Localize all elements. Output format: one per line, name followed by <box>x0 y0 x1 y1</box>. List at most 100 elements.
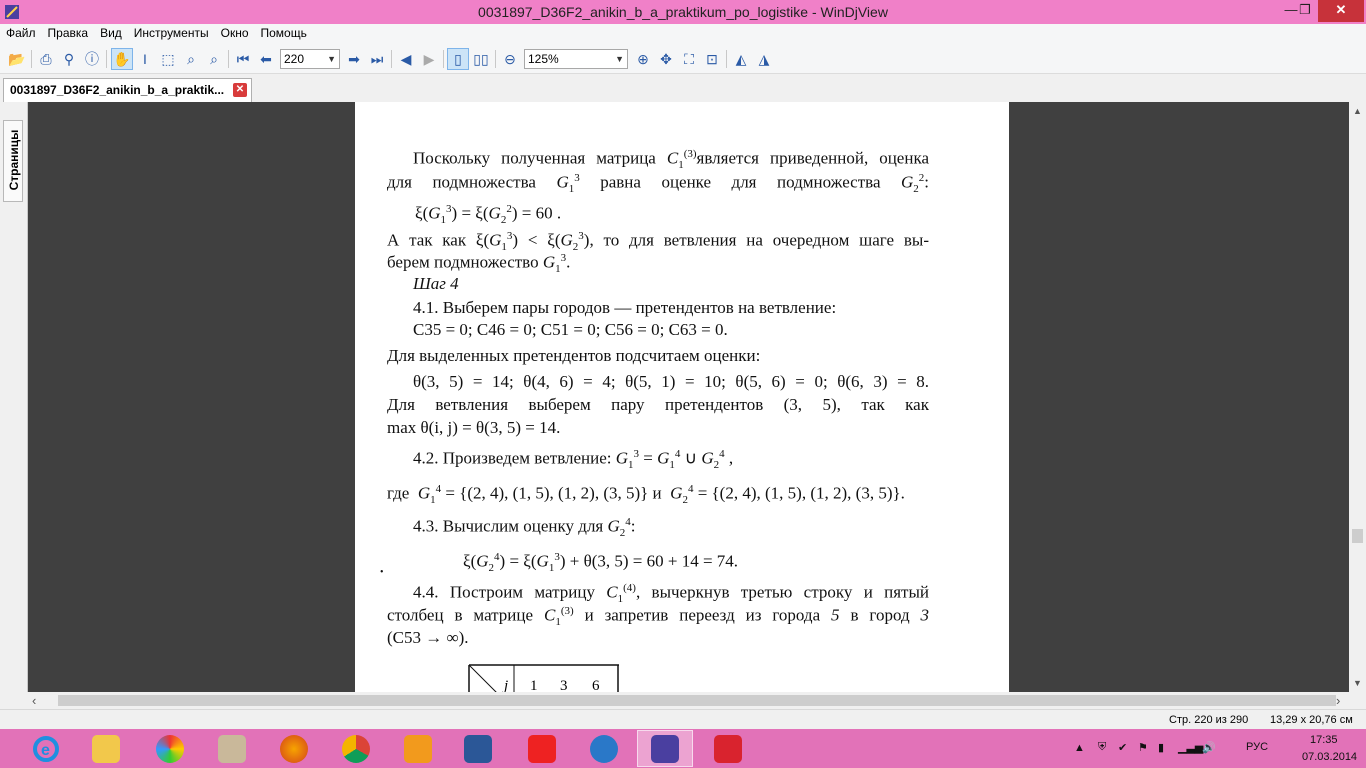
theta-line: θ(3, 5) = 14; θ(4, 6) = 4; θ(5, 1) = 10;… <box>413 372 929 391</box>
vertical-scrollbar[interactable]: ▲ ▼ <box>1349 102 1366 692</box>
table-header-cell: 1 <box>530 678 538 692</box>
menu-bar: Файл Правка Вид Инструменты Окно Помощь <box>0 24 1366 44</box>
media-player-icon[interactable] <box>390 730 446 767</box>
zoom-tool-icon[interactable]: ⌕ <box>180 48 202 70</box>
first-page-icon[interactable]: ⏮ <box>232 48 254 70</box>
clock-time[interactable]: 17:35 <box>1310 734 1338 746</box>
tray-volume-icon[interactable]: 🔊 <box>1202 741 1216 754</box>
continuous-layout-icon[interactable]: ▯ <box>447 48 469 70</box>
fit-page-icon[interactable]: ⛶ <box>678 48 700 70</box>
menu-window[interactable]: Окно <box>215 24 255 42</box>
scroll-right-icon[interactable]: › <box>1336 692 1340 709</box>
menu-view[interactable]: Вид <box>94 24 128 42</box>
clock-date[interactable]: 07.03.2014 <box>1302 751 1357 763</box>
forward-icon[interactable]: ▶ <box>418 48 440 70</box>
paragraph-line: 4.4. Построим матрицу C1(4), вычеркнув т… <box>413 582 929 606</box>
document-page: Поскольку полученная матрица C1(3)являет… <box>355 102 1009 692</box>
table-header-cell: 3 <box>560 678 568 692</box>
title-bar: 0031897_D36F2_anikin_b_a_praktikum_po_lo… <box>0 0 1366 24</box>
audio-icon[interactable] <box>576 730 632 767</box>
paragraph-line: (C53 → ∞). <box>387 628 469 647</box>
close-button[interactable]: ✕ <box>1318 0 1364 22</box>
page-number-combo[interactable]: 220 ▼ <box>280 49 340 69</box>
tray-shield-icon[interactable]: ⛨ <box>1098 741 1106 754</box>
file-explorer-icon[interactable] <box>78 730 134 767</box>
maximize-button[interactable]: ❐ <box>1290 0 1320 22</box>
window-title: 0031897_D36F2_anikin_b_a_praktikum_po_lo… <box>478 4 888 20</box>
page-status: Стр. 220 из 290 <box>1169 714 1249 726</box>
language-indicator[interactable]: РУС <box>1246 741 1268 753</box>
firefox-icon[interactable] <box>266 730 322 767</box>
yandex-icon[interactable] <box>514 730 570 767</box>
table-header-cell: j <box>502 678 508 692</box>
scroll-left-icon[interactable]: ‹ <box>32 692 36 709</box>
c-values-line: C35 = 0; C46 = 0; C51 = 0; C56 = 0; C63 … <box>413 320 728 339</box>
tray-check-icon[interactable]: ✔ <box>1118 741 1127 754</box>
actual-size-icon[interactable]: ⊡ <box>701 48 723 70</box>
document-view[interactable]: Поскольку полученная матрица C1(3)являет… <box>28 102 1349 692</box>
internet-explorer-icon[interactable]: e <box>18 730 74 767</box>
paragraph-line: для подмножества G13 равна оценке для по… <box>387 172 930 196</box>
zoom-combo[interactable]: 125% ▼ <box>524 49 628 69</box>
menu-file[interactable]: Файл <box>0 24 42 42</box>
pages-tab[interactable]: Страницы <box>3 120 23 202</box>
scroll-up-icon[interactable]: ▲ <box>1349 106 1366 116</box>
word-icon[interactable] <box>450 730 506 767</box>
prev-page-icon[interactable]: ⬅ <box>255 48 277 70</box>
rect-select-icon[interactable]: ⬚ <box>157 48 179 70</box>
windjview-icon[interactable] <box>637 730 693 767</box>
paragraph-line: 4.3. Вычислим оценку для G24: <box>413 516 636 540</box>
back-icon[interactable]: ◀ <box>395 48 417 70</box>
tray-battery-icon[interactable]: ▮ <box>1158 741 1164 754</box>
tray-flag-icon[interactable]: ⚑ <box>1138 741 1148 754</box>
sidebar: Страницы <box>0 102 28 692</box>
document-tab-label: 0031897_D36F2_anikin_b_a_praktik... <box>10 83 225 97</box>
toolbar: 📂 ⎙ ⚲ ⓘ ✋ I ⬚ ⌕ ⌕ ⏮ ⬅ 220 ▼ ➡ ⏭ ◀ ▶ ▯ ▯▯ … <box>0 44 1366 74</box>
menu-tools[interactable]: Инструменты <box>128 24 215 42</box>
red-app-icon[interactable] <box>700 730 756 767</box>
archive-icon[interactable] <box>204 730 260 767</box>
scroll-down-icon[interactable]: ▼ <box>1349 678 1366 688</box>
horizontal-scrollbar[interactable]: ‹ › <box>28 692 1349 709</box>
info-icon[interactable]: ⓘ <box>81 48 103 70</box>
print-icon[interactable]: ⎙ <box>35 48 57 70</box>
rotate-right-icon[interactable]: ◮ <box>753 48 775 70</box>
chrome-icon[interactable] <box>328 730 384 767</box>
rotate-left-icon[interactable]: ◭ <box>730 48 752 70</box>
next-page-icon[interactable]: ➡ <box>343 48 365 70</box>
paragraph-line: max θ(i, j) = θ(3, 5) = 14. <box>387 418 561 437</box>
vertical-scroll-thumb[interactable] <box>1352 529 1363 543</box>
taskbar: e ▲ ⛨ ✔ ⚑ ▮ ▁▃▅ 🔊 РУС 17:35 07.03.2014 <box>0 729 1366 768</box>
horizontal-scroll-thumb[interactable] <box>58 695 1336 706</box>
svg-text:e: e <box>41 742 50 759</box>
document-tab[interactable]: 0031897_D36F2_anikin_b_a_praktik... ✕ <box>3 78 252 102</box>
menu-help[interactable]: Помощь <box>255 24 313 42</box>
hand-tool-icon[interactable]: ✋ <box>111 48 133 70</box>
fit-width-icon[interactable]: ✥ <box>655 48 677 70</box>
colorful-app-icon[interactable] <box>142 730 198 767</box>
zoom-out-icon[interactable]: ⊖ <box>499 48 521 70</box>
paragraph-line: столбец в матрице C1(3) и запретив перее… <box>387 605 930 629</box>
system-tray: ▲ ⛨ ✔ ⚑ ▮ ▁▃▅ 🔊 РУС 17:35 07.03.2014 <box>1066 729 1366 768</box>
step-heading: Шаг 4 <box>413 274 459 293</box>
menu-edit[interactable]: Правка <box>42 24 95 42</box>
facing-pages-icon[interactable]: ▯▯ <box>470 48 492 70</box>
paragraph-line: Для ветвления выберем пару претендентов … <box>387 395 929 414</box>
paragraph-line: А так как ξ(G13) < ξ(G23), то для ветвле… <box>387 230 929 254</box>
open-icon[interactable]: 📂 <box>6 48 28 70</box>
text-select-icon[interactable]: I <box>134 48 156 70</box>
paragraph-line: Для выделенных претендентов подсчитаем о… <box>387 346 761 365</box>
equation: ξ(G13) = ξ(G22) = 60 . <box>415 203 562 227</box>
last-page-icon[interactable]: ⏭ <box>366 48 388 70</box>
tray-network-icon[interactable]: ▁▃▅ <box>1178 741 1203 754</box>
table-header-cell: 6 <box>592 678 600 692</box>
equation: ξ(G24) = ξ(G13) + θ(3, 5) = 60 + 14 = 74… <box>463 551 739 575</box>
close-tab-icon[interactable]: ✕ <box>233 83 247 97</box>
tray-expand-icon[interactable]: ▲ <box>1074 742 1085 754</box>
paragraph-line: 4.1. Выберем пары городов — претендентов… <box>413 298 837 317</box>
zoom-in-icon[interactable]: ⊕ <box>632 48 654 70</box>
paragraph-line: берем подмножество G13. <box>387 252 571 276</box>
find-icon[interactable]: ⚲ <box>58 48 80 70</box>
zoom-rect-icon[interactable]: ⌕ <box>203 48 225 70</box>
matrix-table: j 1 3 6 <box>468 664 619 692</box>
